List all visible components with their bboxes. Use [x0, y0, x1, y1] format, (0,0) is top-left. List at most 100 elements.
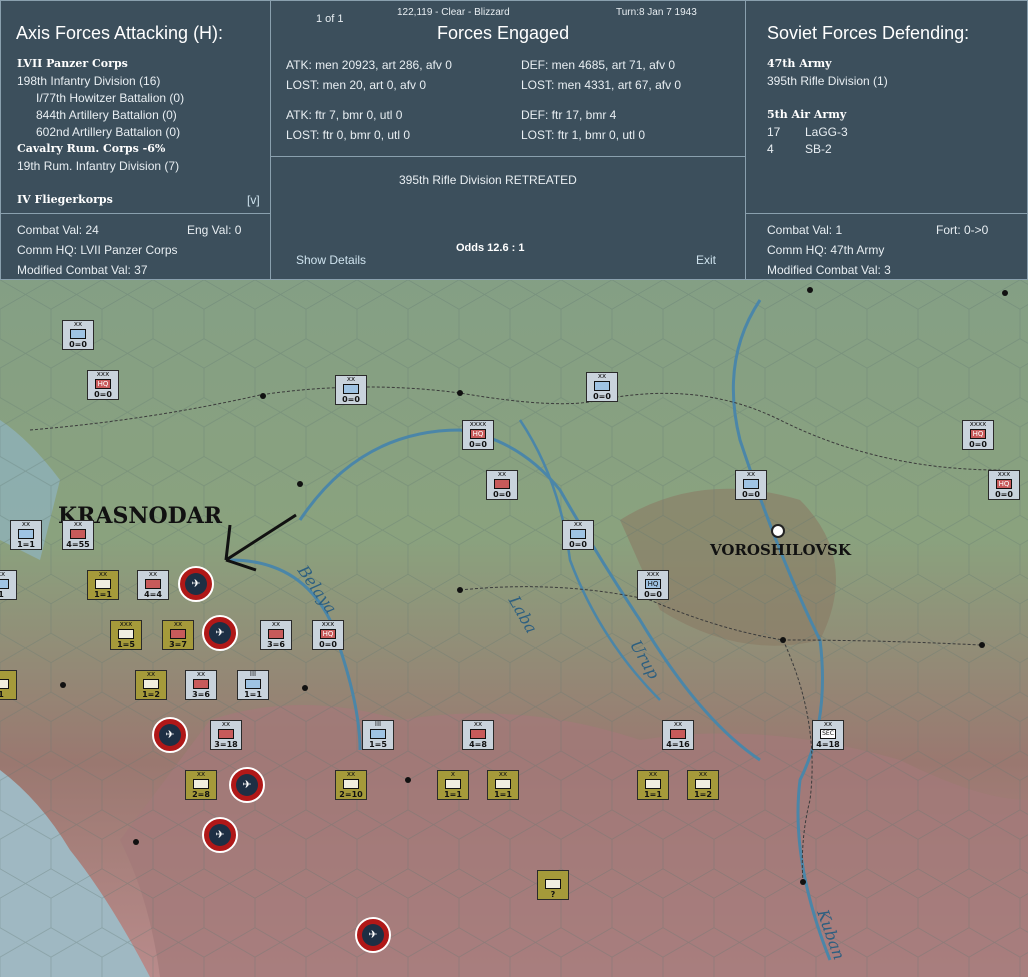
unit-symbol-icon	[145, 579, 161, 589]
unit-symbol-icon	[495, 779, 511, 789]
unit-counter[interactable]: x 1=1	[437, 770, 469, 800]
unit-counter[interactable]: xx 3=6	[260, 620, 292, 650]
unit-strength: 0=0	[69, 340, 87, 349]
unit-symbol-icon	[445, 779, 461, 789]
unit-symbol-icon	[193, 679, 209, 689]
unit-counter[interactable]: xxx HQ 0=0	[312, 620, 344, 650]
unit-counter[interactable]: xxxx HQ 0=0	[962, 420, 994, 450]
unit-symbol-icon	[470, 729, 486, 739]
unit-counter[interactable]: III 1=1	[237, 670, 269, 700]
air-unit-icon[interactable]: ✈	[229, 767, 265, 803]
unit-symbol-icon	[695, 779, 711, 789]
unit-counter[interactable]: xx 4=16	[662, 720, 694, 750]
unit-symbol-icon	[268, 629, 284, 639]
unit-counter[interactable]: xxxx HQ 0=0	[462, 420, 494, 450]
unit-counter[interactable]: xx 1=1	[487, 770, 519, 800]
expand-air-toggle[interactable]: [v]	[247, 193, 260, 207]
page-indicator: 1 of 1	[316, 13, 344, 25]
unit-counter[interactable]: xx 0=0	[62, 320, 94, 350]
attacker-modified-cv: Modified Combat Val: 37	[17, 263, 148, 277]
unit-strength: 4=55	[66, 540, 90, 549]
unit-counter[interactable]: xx 4=55	[62, 520, 94, 550]
unit-counter[interactable]: xx 1=2	[687, 770, 719, 800]
air-unit-icon[interactable]: ✈	[152, 717, 188, 753]
unit-counter[interactable]: xx 0=0	[735, 470, 767, 500]
atk-ground: ATK: men 20923, art 286, afv 0	[286, 58, 452, 72]
unit-strength: 4=4	[144, 590, 162, 599]
unit-strength: 2=10	[339, 790, 363, 799]
unit-counter[interactable]: III 1=5	[362, 720, 394, 750]
unit-strength: 1=5	[369, 740, 387, 749]
unit-echelon: x	[450, 770, 456, 778]
unit-counter[interactable]: xx 0=0	[586, 372, 618, 402]
unit-echelon: xx	[73, 320, 83, 328]
unit-echelon: xx	[698, 770, 708, 778]
air-unit-count: 17	[767, 125, 781, 139]
unit-counter[interactable]: xx 2=10	[335, 770, 367, 800]
attacker-title: Axis Forces Attacking (H):	[16, 23, 224, 43]
unit-counter[interactable]: xx 1=1	[10, 520, 42, 550]
unit-counter[interactable]: xxx 1=5	[110, 620, 142, 650]
unit-strength: 4=18	[816, 740, 840, 749]
unit-symbol-icon	[343, 384, 359, 394]
unit-echelon: xx	[148, 570, 158, 578]
defender-modified-cv: Modified Combat Val: 3	[767, 263, 891, 277]
combat-result: 395th Rifle Division RETREATED	[399, 173, 577, 187]
unit-echelon: xxx	[997, 470, 1011, 478]
unit-counter[interactable]: xx 1=1	[87, 570, 119, 600]
air-unit-icon[interactable]: ✈	[355, 917, 391, 953]
unit-symbol-icon	[70, 529, 86, 539]
unit-symbol-icon	[18, 529, 34, 539]
city-label: VOROSHILOVSK	[710, 541, 851, 559]
unit-counter[interactable]: xxx HQ 0=0	[988, 470, 1020, 500]
air-unit-icon[interactable]: ✈	[178, 566, 214, 602]
unit-counter[interactable]: xx 3=7	[162, 620, 194, 650]
show-details-link[interactable]: Show Details	[296, 253, 366, 267]
air-unit-icon[interactable]: ✈	[202, 817, 238, 853]
unit-counter[interactable]: xx 1=1	[637, 770, 669, 800]
unit-strength: 1	[0, 590, 4, 599]
unit-counter[interactable]: xx 3=6	[185, 670, 217, 700]
unit-counter[interactable]: xx 2=8	[185, 770, 217, 800]
unit-counter[interactable]: xx 0=0	[335, 375, 367, 405]
unit-counter[interactable]: xx 0=0	[486, 470, 518, 500]
unit-counter[interactable]: xx 1=2	[135, 670, 167, 700]
air-unit-icon[interactable]: ✈	[202, 615, 238, 651]
attacker-subunit: I/77th Howitzer Battalion (0)	[36, 91, 185, 105]
unit-symbol-icon: HQ	[996, 479, 1012, 489]
unit-echelon: xx	[673, 720, 683, 728]
unit-symbol-icon: HQ	[645, 579, 661, 589]
unit-counter[interactable]: xxx HQ 0=0	[637, 570, 669, 600]
def-air-lost: LOST: ftr 1, bmr 0, utl 0	[521, 128, 646, 142]
unit-counter[interactable]: xx 4=4	[137, 570, 169, 600]
unit-counter[interactable]: ?	[537, 870, 569, 900]
unit-counter[interactable]: xxx HQ 0=0	[87, 370, 119, 400]
defender-comm-hq: Comm HQ: 47th Army	[767, 243, 885, 257]
unit-counter[interactable]: xx SEC 4=18	[812, 720, 844, 750]
air-unit-type: SB-2	[805, 142, 832, 156]
unit-symbol-icon	[645, 779, 661, 789]
unit-symbol-icon	[545, 879, 561, 889]
attacker-air-corps: IV Fliegerkorps	[17, 193, 113, 206]
unit-echelon: xxx	[321, 620, 335, 628]
exit-link[interactable]: Exit	[696, 253, 716, 267]
unit-counter[interactable]: xx 3=18	[210, 720, 242, 750]
unit-echelon: xx	[473, 720, 483, 728]
atk-air-lost: LOST: ftr 0, bmr 0, utl 0	[286, 128, 411, 142]
defender-title: Soviet Forces Defending:	[767, 23, 970, 43]
unit-echelon: III	[249, 670, 257, 678]
atk-ground-lost: LOST: men 20, art 0, afv 0	[286, 78, 427, 92]
unit-symbol-icon	[494, 479, 510, 489]
attacker-division: 19th Rum. Infantry Division (7)	[17, 159, 180, 173]
unit-symbol-icon	[743, 479, 759, 489]
unit-counter[interactable]: xx 4=8	[462, 720, 494, 750]
defender-air-army: 5th Air Army	[767, 108, 847, 121]
attacker-panel: Axis Forces Attacking (H): LVII Panzer C…	[0, 0, 272, 280]
unit-symbol-icon	[0, 679, 9, 689]
unit-strength: 4=8	[469, 740, 487, 749]
unit-counter[interactable]: xx 0=0	[562, 520, 594, 550]
unit-counter[interactable]: xx 1	[0, 570, 17, 600]
unit-counter[interactable]: 1	[0, 670, 17, 700]
unit-echelon: xx	[346, 375, 356, 383]
unit-strength: 1=1	[494, 790, 512, 799]
